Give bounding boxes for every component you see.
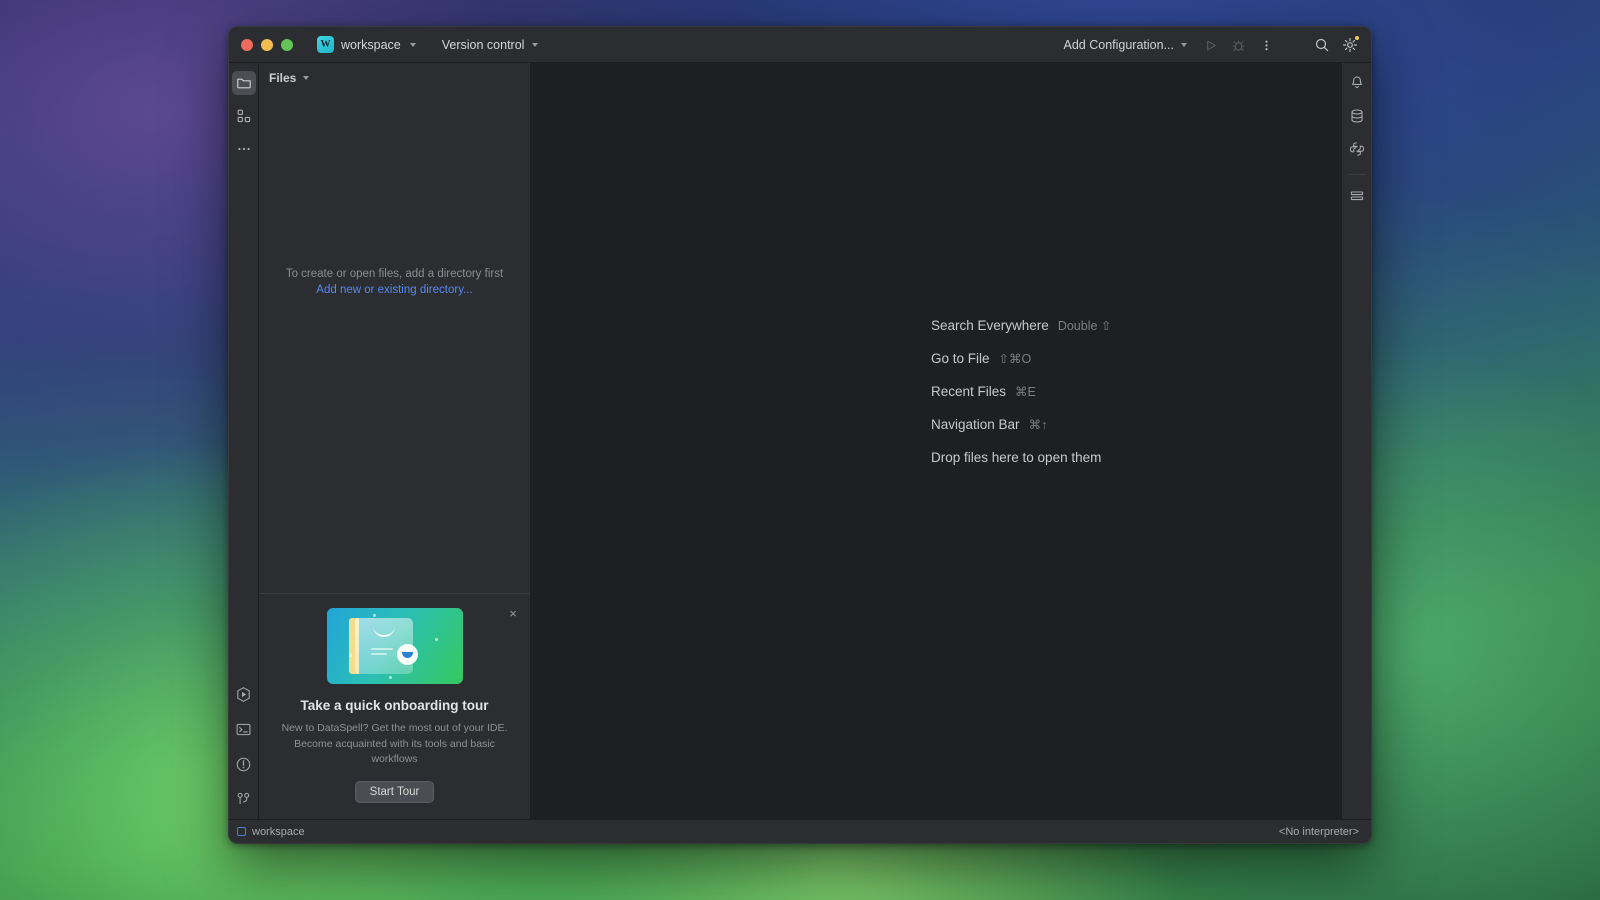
window-body: Files To create or open files, add a dir… [229, 63, 1371, 819]
version-control-label: Version control [442, 38, 525, 52]
structure-icon [236, 108, 252, 124]
hint-row: Navigation Bar ⌘↑ [931, 417, 1111, 432]
hint-row: Recent Files ⌘E [931, 384, 1111, 399]
status-bar: workspace <No interpreter> [229, 819, 1371, 843]
more-actions-button[interactable] [1253, 32, 1279, 58]
hint-label: Search Everywhere [931, 318, 1049, 333]
onboarding-illustration [327, 608, 463, 684]
editor-area[interactable]: Search Everywhere Double ⇧ Go to File ⇧⌘… [531, 63, 1341, 819]
branch-icon [235, 791, 252, 808]
add-directory-link[interactable]: Add new or existing directory... [316, 284, 472, 296]
close-icon[interactable]: × [504, 604, 522, 622]
onboarding-description-line-1: New to DataSpell? Get the most out of yo… [273, 721, 516, 736]
search-icon [1314, 37, 1330, 53]
run-hexagon-icon [235, 686, 252, 703]
minimize-window-button[interactable] [261, 39, 273, 51]
project-badge-icon: W [317, 36, 334, 53]
editor-shortcut-hints: Search Everywhere Double ⇧ Go to File ⇧⌘… [931, 318, 1111, 465]
left-strip-bottom-group [232, 682, 256, 813]
sidebar-item-run[interactable] [232, 682, 256, 706]
hint-shortcut: ⇧⌘O [999, 351, 1032, 366]
right-tool-strip [1341, 63, 1371, 819]
project-square-icon [237, 827, 246, 836]
hint-shortcut: Double ⇧ [1058, 318, 1112, 333]
start-tour-button[interactable]: Start Tour [355, 781, 435, 803]
folder-icon [236, 75, 252, 91]
hint-label: Recent Files [931, 384, 1006, 399]
sidebar-item-problems[interactable] [232, 752, 256, 776]
sidebar-item-more-tool-windows[interactable] [232, 137, 256, 161]
terminal-icon [235, 721, 252, 738]
ellipsis-icon [236, 141, 252, 157]
project-name-label: workspace [341, 38, 401, 52]
ide-window: W workspace Version control Add Configur… [228, 26, 1372, 844]
version-control-menu[interactable]: Version control [436, 36, 545, 54]
run-button[interactable] [1197, 32, 1223, 58]
settings-notification-dot [1354, 35, 1360, 41]
bug-icon [1231, 38, 1246, 53]
vertical-ellipsis-icon [1259, 38, 1274, 53]
onboarding-title: Take a quick onboarding tour [273, 698, 516, 713]
illustration-text-lines [371, 648, 393, 658]
window-controls [241, 39, 293, 51]
illustration-badge [397, 644, 418, 665]
hint-label: Drop files here to open them [931, 450, 1101, 465]
bell-icon [1349, 75, 1365, 91]
close-window-button[interactable] [241, 39, 253, 51]
project-selector[interactable]: W workspace [311, 34, 422, 55]
panel-rows-icon [1349, 188, 1365, 204]
chevron-down-icon [1181, 43, 1187, 47]
hint-row-drop-files: Drop files here to open them [931, 450, 1111, 465]
sidebar-item-files[interactable] [232, 71, 256, 95]
onboarding-card: × Take a quick onboarding tour New to Da… [259, 593, 530, 819]
sidebar-item-notifications[interactable] [1345, 71, 1369, 95]
left-tool-strip [229, 63, 259, 819]
files-empty-state: To create or open files, add a directory… [259, 93, 530, 593]
sidebar-item-structure[interactable] [232, 104, 256, 128]
title-bar: W workspace Version control Add Configur… [229, 27, 1371, 63]
python-icon [1349, 141, 1365, 157]
interpreter-selector[interactable]: <No interpreter> [1279, 826, 1359, 838]
toolbar-divider [1348, 174, 1366, 175]
sidebar-item-database[interactable] [1345, 104, 1369, 128]
hint-row: Go to File ⇧⌘O [931, 351, 1111, 366]
files-tool-window: Files To create or open files, add a dir… [259, 63, 531, 819]
sidebar-item-jupyter-server[interactable] [1345, 184, 1369, 208]
hint-shortcut: ⌘↑ [1029, 417, 1048, 432]
onboarding-description-line-2: Become acquainted with its tools and bas… [273, 737, 516, 767]
database-icon [1349, 108, 1365, 124]
hint-row: Search Everywhere Double ⇧ [931, 318, 1111, 333]
status-project[interactable]: workspace [237, 826, 305, 838]
hint-label: Go to File [931, 351, 990, 366]
files-panel-header[interactable]: Files [259, 63, 530, 93]
status-project-name: workspace [252, 826, 305, 838]
title-bar-actions: Add Configuration... [1056, 27, 1364, 63]
add-configuration-button[interactable]: Add Configuration... [1056, 32, 1196, 58]
files-empty-message: To create or open files, add a directory… [286, 268, 503, 280]
search-button[interactable] [1309, 32, 1335, 58]
warning-circle-icon [235, 756, 252, 773]
chevron-down-icon [532, 43, 538, 47]
files-panel-title: Files [269, 71, 296, 85]
chevron-down-icon [303, 76, 309, 80]
sidebar-item-terminal[interactable] [232, 717, 256, 741]
chevron-down-icon [410, 43, 416, 47]
maximize-window-button[interactable] [281, 39, 293, 51]
add-configuration-label: Add Configuration... [1064, 38, 1175, 52]
hint-shortcut: ⌘E [1015, 384, 1036, 399]
sidebar-item-python-packages[interactable] [1345, 137, 1369, 161]
debug-button[interactable] [1225, 32, 1251, 58]
hint-label: Navigation Bar [931, 417, 1020, 432]
sidebar-item-version-control[interactable] [232, 787, 256, 811]
settings-button[interactable] [1337, 32, 1363, 58]
run-triangle-icon [1203, 38, 1218, 53]
